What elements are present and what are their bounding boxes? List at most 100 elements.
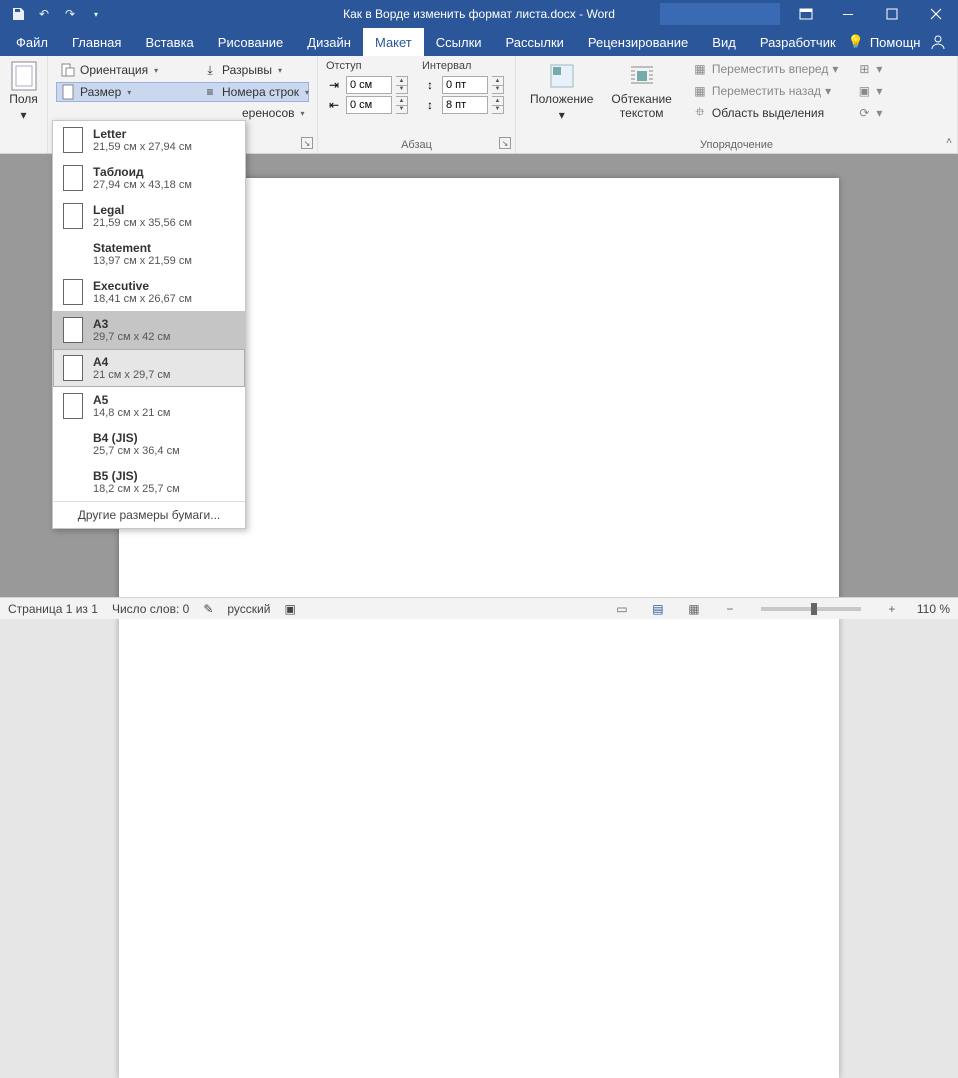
ribbon-display-options-icon[interactable] <box>786 0 826 28</box>
account-box[interactable] <box>660 3 780 25</box>
size-name: A5 <box>93 393 171 407</box>
size-dimensions: 25,7 см x 36,4 см <box>93 445 180 457</box>
lightbulb-icon: 💡 <box>848 34 864 50</box>
window-title: Как в Ворде изменить формат листа.docx -… <box>343 7 615 21</box>
size-option-legal[interactable]: Legal21,59 см x 35,56 см <box>53 197 245 235</box>
tab-view[interactable]: Вид <box>700 28 748 56</box>
share-button[interactable] <box>930 28 958 56</box>
zoom-slider[interactable] <box>761 607 861 611</box>
wrap-text-icon <box>628 62 656 90</box>
position-button[interactable]: Положение ▾ <box>524 60 599 124</box>
size-name: B4 (JIS) <box>93 431 180 445</box>
size-name: Таблоид <box>93 165 192 179</box>
size-name: Legal <box>93 203 192 217</box>
hyphenation-button[interactable]: ереносов▾ <box>238 104 313 122</box>
page-icon <box>63 431 83 457</box>
page-icon <box>63 165 83 191</box>
spacing-after-spinner[interactable]: ▲▼ <box>492 96 504 114</box>
qat-more-icon[interactable]: ▾ <box>86 4 106 24</box>
orientation-icon <box>60 62 76 78</box>
read-mode-icon[interactable]: ▭ <box>611 600 633 618</box>
more-paper-sizes[interactable]: Другие размеры бумаги... <box>53 501 245 528</box>
margins-button[interactable]: Поля ▾ <box>8 60 39 124</box>
size-name: Statement <box>93 241 192 255</box>
tab-developer[interactable]: Разработчик <box>748 28 848 56</box>
spellcheck-icon[interactable]: ✎ <box>203 602 213 616</box>
macro-record-icon[interactable]: ▣ <box>284 602 295 616</box>
status-bar: Страница 1 из 1 Число слов: 0 ✎ русский … <box>0 597 958 619</box>
size-option-letter[interactable]: Letter21,59 см x 27,94 см <box>53 121 245 159</box>
page-icon <box>63 203 83 229</box>
size-option-a3[interactable]: A329,7 см x 42 см <box>53 311 245 349</box>
size-name: Letter <box>93 127 192 141</box>
size-dropdown: Letter21,59 см x 27,94 смТаблоид27,94 см… <box>52 120 246 529</box>
spacing-before-spinner[interactable]: ▲▼ <box>492 76 504 94</box>
indent-left-input[interactable] <box>346 76 392 94</box>
minimize-button[interactable] <box>826 0 870 28</box>
tab-mailings[interactable]: Рассылки <box>494 28 576 56</box>
indent-right-input[interactable] <box>346 96 392 114</box>
size-option-b5-jis-[interactable]: B5 (JIS)18,2 см x 25,7 см <box>53 463 245 501</box>
person-icon <box>930 34 946 50</box>
margins-label: Поля <box>9 92 38 106</box>
quick-access-toolbar: ↶ ↷ ▾ <box>0 4 106 24</box>
zoom-level[interactable]: 110 % <box>917 602 950 616</box>
size-option-statement[interactable]: Statement13,97 см x 21,59 см <box>53 235 245 273</box>
close-button[interactable] <box>914 0 958 28</box>
status-page[interactable]: Страница 1 из 1 <box>8 602 98 616</box>
title-bar: ↶ ↷ ▾ Как в Ворде изменить формат листа.… <box>0 0 958 28</box>
breaks-button[interactable]: ⤓ Разрывы▾ <box>198 60 313 80</box>
spacing-before-icon: ↕ <box>422 77 438 93</box>
paragraph-dialog-launcher[interactable]: ↘ <box>499 137 511 149</box>
tab-insert[interactable]: Вставка <box>133 28 205 56</box>
spacing-before-input[interactable] <box>442 76 488 94</box>
size-option-a4[interactable]: A421 см x 29,7 см <box>53 349 245 387</box>
selection-pane-icon: ⯐ <box>692 105 708 121</box>
tab-design[interactable]: Дизайн <box>295 28 363 56</box>
size-option-b4-jis-[interactable]: B4 (JIS)25,7 см x 36,4 см <box>53 425 245 463</box>
line-numbers-button[interactable]: ≡ Номера строк▾ <box>198 82 313 102</box>
tab-file[interactable]: Файл <box>4 28 60 56</box>
redo-icon[interactable]: ↷ <box>60 4 80 24</box>
size-dimensions: 21,59 см x 27,94 см <box>93 141 192 153</box>
save-icon[interactable] <box>8 4 28 24</box>
size-option-a5[interactable]: A514,8 см x 21 см <box>53 387 245 425</box>
rotate-icon: ⟳ <box>856 105 872 121</box>
indent-right-spinner[interactable]: ▲▼ <box>396 96 408 114</box>
orientation-label: Ориентация <box>80 63 148 77</box>
group-button: ▣▾ <box>852 82 886 100</box>
print-layout-icon[interactable]: ▤ <box>647 600 669 618</box>
size-label: Размер <box>80 85 121 99</box>
tab-layout[interactable]: Макет <box>363 28 424 56</box>
web-layout-icon[interactable]: ▦ <box>683 600 705 618</box>
tab-review[interactable]: Рецензирование <box>576 28 700 56</box>
indent-left-spinner[interactable]: ▲▼ <box>396 76 408 94</box>
line-numbers-label: Номера строк <box>222 85 299 99</box>
size-option-executive[interactable]: Executive18,41 см x 26,67 см <box>53 273 245 311</box>
size-icon <box>60 84 76 100</box>
page-icon <box>63 393 83 419</box>
page-icon <box>63 241 83 267</box>
spacing-after-icon: ↕ <box>422 97 438 113</box>
page-setup-dialog-launcher[interactable]: ↘ <box>301 137 313 149</box>
breaks-label: Разрывы <box>222 63 272 77</box>
tell-me[interactable]: 💡 Помощн <box>848 28 931 56</box>
wrap-text-button[interactable]: Обтекание текстом <box>605 60 677 122</box>
zoom-in-button[interactable]: + <box>881 600 903 618</box>
zoom-out-button[interactable]: − <box>719 600 741 618</box>
size-option--[interactable]: Таблоид27,94 см x 43,18 см <box>53 159 245 197</box>
undo-icon[interactable]: ↶ <box>34 4 54 24</box>
tab-draw[interactable]: Рисование <box>206 28 295 56</box>
tab-home[interactable]: Главная <box>60 28 133 56</box>
align-button: ⊞▾ <box>852 60 886 78</box>
maximize-button[interactable] <box>870 0 914 28</box>
collapse-ribbon-icon[interactable]: ˄ <box>946 136 952 147</box>
arrange-group-label: Упорядочение <box>516 139 957 151</box>
page-icon <box>63 317 83 343</box>
selection-pane-button[interactable]: ⯐ Область выделения <box>688 104 843 122</box>
status-words[interactable]: Число слов: 0 <box>112 602 189 616</box>
status-language[interactable]: русский <box>227 602 270 616</box>
tab-references[interactable]: Ссылки <box>424 28 494 56</box>
window-controls <box>660 0 958 28</box>
spacing-after-input[interactable] <box>442 96 488 114</box>
